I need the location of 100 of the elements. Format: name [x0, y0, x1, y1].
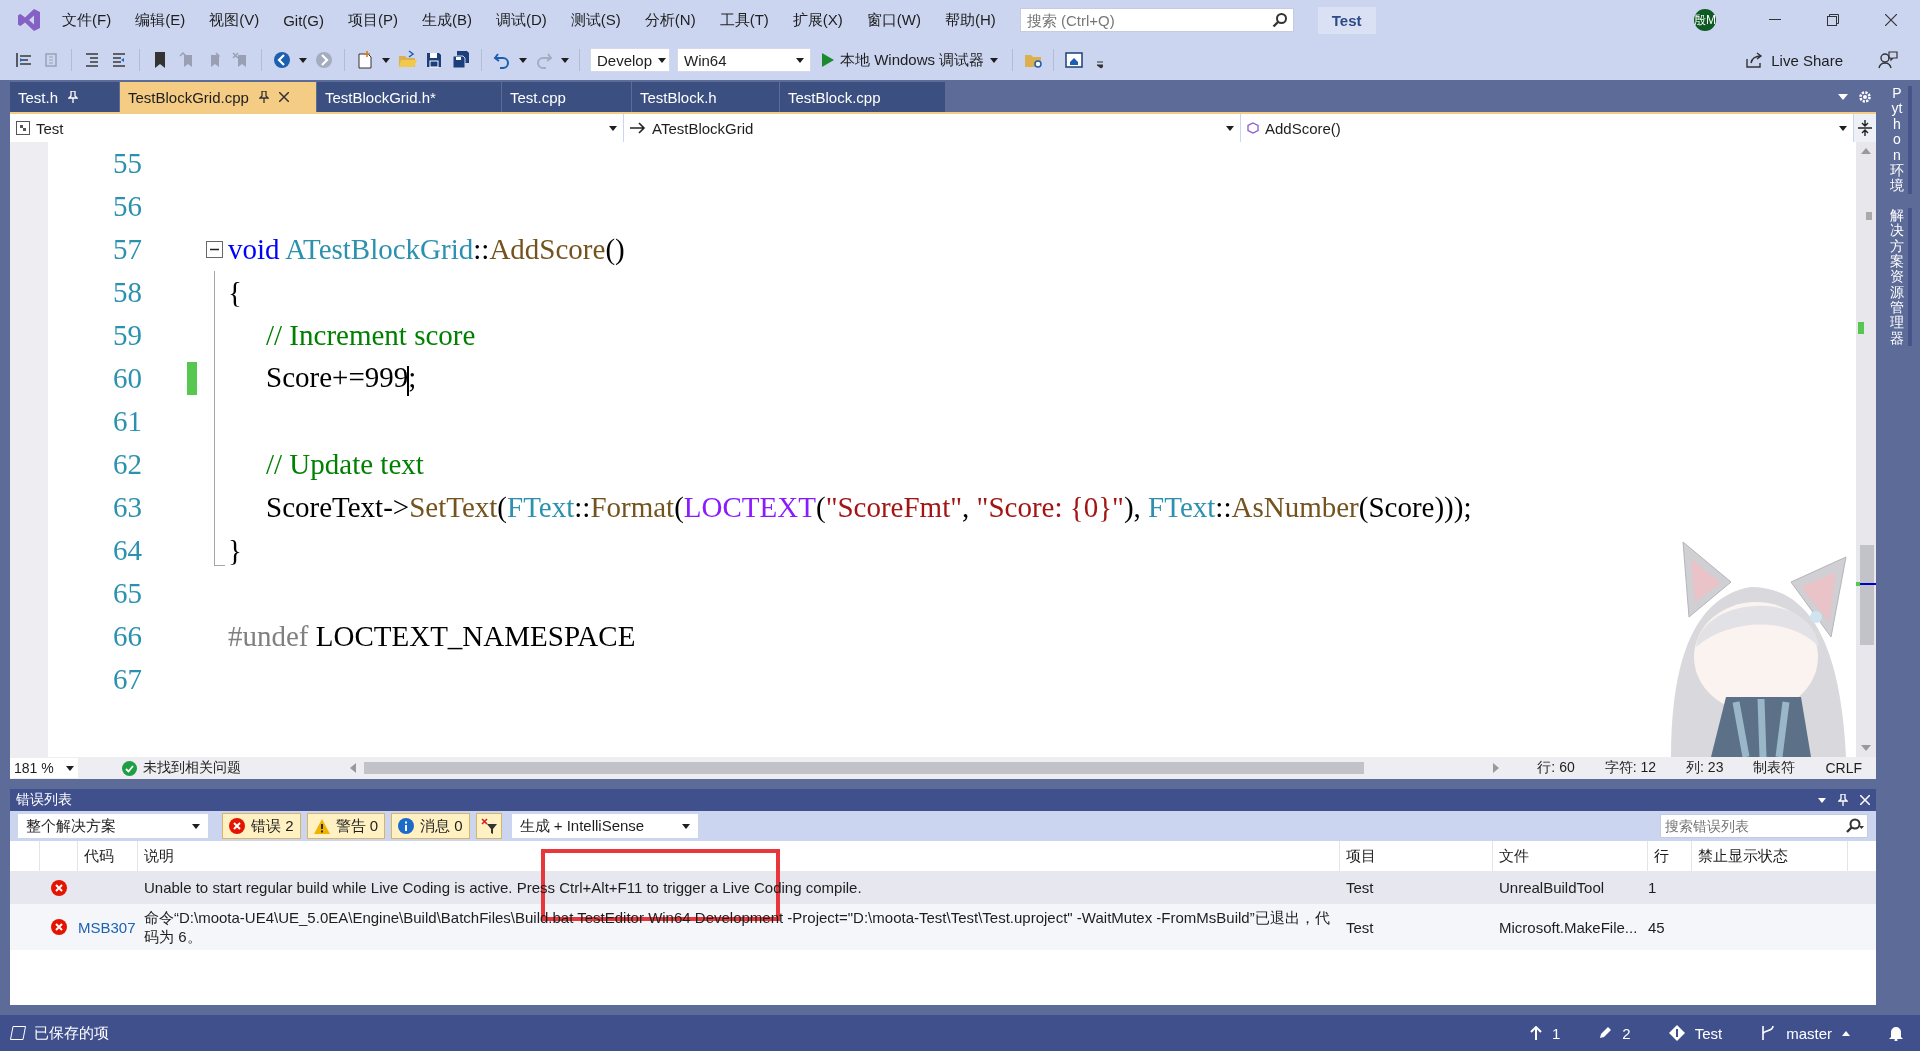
- collapse-icon[interactable]: [206, 241, 223, 258]
- close-icon: [1885, 14, 1897, 26]
- configuration-dropdown[interactable]: Develop: [590, 48, 670, 72]
- code-line: ScoreText->SetText(FText::Format(LOCTEXT("ScoreFmt", "Score: {0}"), FText::AsNumber(Score)));: [265, 491, 1472, 524]
- repository-button[interactable]: Test: [1668, 1024, 1723, 1042]
- menu-item[interactable]: 分析(N): [632, 6, 708, 34]
- live-share-button[interactable]: Live Share: [1745, 51, 1843, 69]
- menu-item[interactable]: 调试(D): [484, 6, 559, 34]
- document-tab[interactable]: Test.cpp: [502, 82, 632, 112]
- source-dropdown[interactable]: 生成 + IntelliSense: [511, 814, 698, 838]
- menu-item[interactable]: 视图(V): [197, 6, 272, 34]
- check-circle-icon: [122, 760, 137, 776]
- filter-toggle[interactable]: 错误 2: [222, 813, 301, 839]
- menu-item[interactable]: 编辑(E): [123, 6, 198, 34]
- line-number: 66: [112, 620, 142, 653]
- menu-item[interactable]: 项目(P): [336, 6, 410, 34]
- caret-position-marker: [1856, 582, 1876, 586]
- document-tab[interactable]: TestBlock.h: [632, 82, 780, 112]
- change-marker-icon: [1858, 322, 1864, 334]
- menu-item[interactable]: 帮助(H): [932, 6, 1008, 34]
- new-item-icon[interactable]: [355, 50, 375, 70]
- search-icon[interactable]: [1271, 12, 1288, 28]
- error-row[interactable]: [10, 904, 1876, 950]
- split-button[interactable]: [1854, 114, 1876, 142]
- error-icon: [51, 919, 67, 935]
- menu-item[interactable]: 窗口(W): [854, 6, 933, 34]
- run-button[interactable]: 本地 Windows 调试器: [818, 48, 1003, 72]
- panel-menu-icon[interactable]: [1818, 797, 1826, 803]
- search-field[interactable]: 搜索 (Ctrl+Q): [1019, 8, 1294, 32]
- status-message: 已保存的项: [34, 1023, 109, 1043]
- platform-dropdown[interactable]: Win64: [677, 48, 811, 72]
- code-line: #undef LOCTEXT_NAMESPACE: [227, 620, 636, 653]
- arrow-right-icon: [630, 122, 646, 134]
- scope-dropdown[interactable]: 整个解决方案: [18, 814, 208, 838]
- menu-item[interactable]: 测试(S): [558, 6, 633, 34]
- notification-bell-icon[interactable]: [1888, 1025, 1904, 1041]
- document-tab[interactable]: TestBlock.cpp: [780, 82, 946, 112]
- line-number: 61: [112, 405, 142, 438]
- caret-down-icon: [382, 57, 390, 63]
- line-position[interactable]: 行: 60: [1537, 759, 1575, 777]
- cube-icon: [1247, 122, 1259, 134]
- line-number: 65: [112, 577, 142, 610]
- branch-icon: [1760, 1025, 1777, 1041]
- search-icon[interactable]: [1844, 818, 1864, 834]
- clear-filter-button[interactable]: [475, 813, 502, 839]
- indentation-mode[interactable]: 制表符: [1753, 759, 1796, 777]
- menu-item[interactable]: Git(G): [271, 7, 336, 33]
- filter-toggle[interactable]: 警告 0: [306, 813, 386, 839]
- zoom-dropdown[interactable]: 181 %: [10, 758, 78, 778]
- line-number: 62: [112, 448, 142, 481]
- caret-down-icon: [681, 823, 690, 829]
- scrollbar-thumb[interactable]: [1860, 545, 1874, 645]
- share-icon: [1745, 51, 1764, 69]
- scrollbar-thumb[interactable]: [364, 762, 1364, 774]
- caret-down-icon: [561, 57, 569, 63]
- solution-name: Test: [1317, 6, 1376, 34]
- error-code-link[interactable]: MSB307: [78, 917, 136, 937]
- back-icon[interactable]: [272, 50, 292, 70]
- search-field[interactable]: 搜索错误列表: [1660, 814, 1868, 838]
- minimize-icon: [1769, 19, 1781, 21]
- arrow-up-icon: [1529, 1026, 1542, 1040]
- align-left-icon[interactable]: [14, 50, 34, 70]
- save-all-icon[interactable]: [451, 50, 471, 70]
- code-line: // Update text: [265, 448, 424, 481]
- issues-status: 未找到相关问题: [143, 759, 241, 777]
- menu-item[interactable]: 扩展(X): [780, 6, 855, 34]
- table-cell: Test: [1346, 917, 1374, 937]
- changes-count[interactable]: 2: [1598, 1024, 1631, 1042]
- filter-toggle[interactable]: 消息 0: [391, 813, 470, 839]
- tab-list-icon[interactable]: [1838, 94, 1848, 100]
- menu-item[interactable]: 工具(T): [707, 6, 781, 34]
- pin-icon[interactable]: [258, 91, 269, 103]
- scroll-marker-icon: [1866, 212, 1872, 220]
- repo-icon: [1668, 1025, 1685, 1041]
- line-number: 56: [112, 190, 142, 223]
- branch-button[interactable]: master: [1760, 1024, 1850, 1042]
- home-window-icon[interactable]: [1064, 50, 1085, 70]
- side-tab[interactable]: Python 环境: [1888, 86, 1912, 194]
- char-position[interactable]: 字符: 12: [1604, 759, 1657, 777]
- app-logo-icon: [16, 7, 42, 33]
- document-tab[interactable]: TestBlockGrid.cpp: [120, 82, 317, 112]
- settings-icon[interactable]: [1858, 90, 1872, 104]
- error-icon: [51, 879, 67, 896]
- column-position[interactable]: 列: 23: [1686, 759, 1724, 777]
- code-line: // Increment score: [265, 319, 476, 352]
- document-tab[interactable]: Test.h: [10, 82, 120, 112]
- save-icon[interactable]: [424, 50, 444, 70]
- menu-item[interactable]: 文件(F): [50, 6, 124, 34]
- line-ending[interactable]: CRLF: [1825, 760, 1862, 776]
- caret-down-icon: [192, 823, 200, 829]
- menu-item[interactable]: 生成(B): [410, 6, 484, 34]
- close-icon[interactable]: [278, 92, 289, 102]
- push-count[interactable]: 1: [1529, 1024, 1561, 1042]
- document-tab[interactable]: TestBlockGrid.h*: [317, 82, 502, 112]
- account-avatar[interactable]: 殷M: [1694, 9, 1716, 31]
- feedback-icon[interactable]: [1878, 50, 1898, 70]
- caret-down-icon: [519, 57, 527, 63]
- side-tab[interactable]: 解决方案资源管理器: [1888, 207, 1912, 347]
- restore-icon: [1827, 14, 1839, 26]
- open-folder-icon[interactable]: [397, 50, 417, 70]
